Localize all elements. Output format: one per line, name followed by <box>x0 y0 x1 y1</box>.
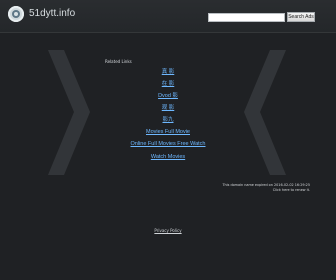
parked-domain-page: 51dytt.info Search Ads Related Links 真 影… <box>0 0 336 280</box>
site-name: 51dytt.info <box>29 8 76 19</box>
related-link-4[interactable]: 观 影 <box>0 104 336 112</box>
related-link-2[interactable]: 在 影 <box>0 80 336 88</box>
search-input[interactable] <box>208 13 285 22</box>
related-link-3[interactable]: Dvod 影 <box>0 92 336 100</box>
site-logo-icon <box>8 6 24 22</box>
expiry-notice: This domain name expired on 2016-02-02 1… <box>222 183 310 187</box>
related-link-8[interactable]: Watch Movies <box>0 153 336 161</box>
related-link-5[interactable]: 影九 <box>0 116 336 124</box>
related-links-label: Related Links <box>105 59 132 64</box>
related-link-1[interactable]: 真 影 <box>0 68 336 76</box>
page-header: 51dytt.info Search Ads <box>0 0 336 32</box>
search-button[interactable]: Search Ads <box>287 12 315 22</box>
renew-link[interactable]: Click here to renew it. <box>273 188 310 192</box>
header-divider <box>0 32 336 33</box>
privacy-policy-link[interactable]: Privacy Policy <box>0 228 336 233</box>
related-link-6[interactable]: Movies Full Movie <box>0 128 336 136</box>
related-link-7[interactable]: Online Full Movies Free Watch <box>0 140 336 148</box>
